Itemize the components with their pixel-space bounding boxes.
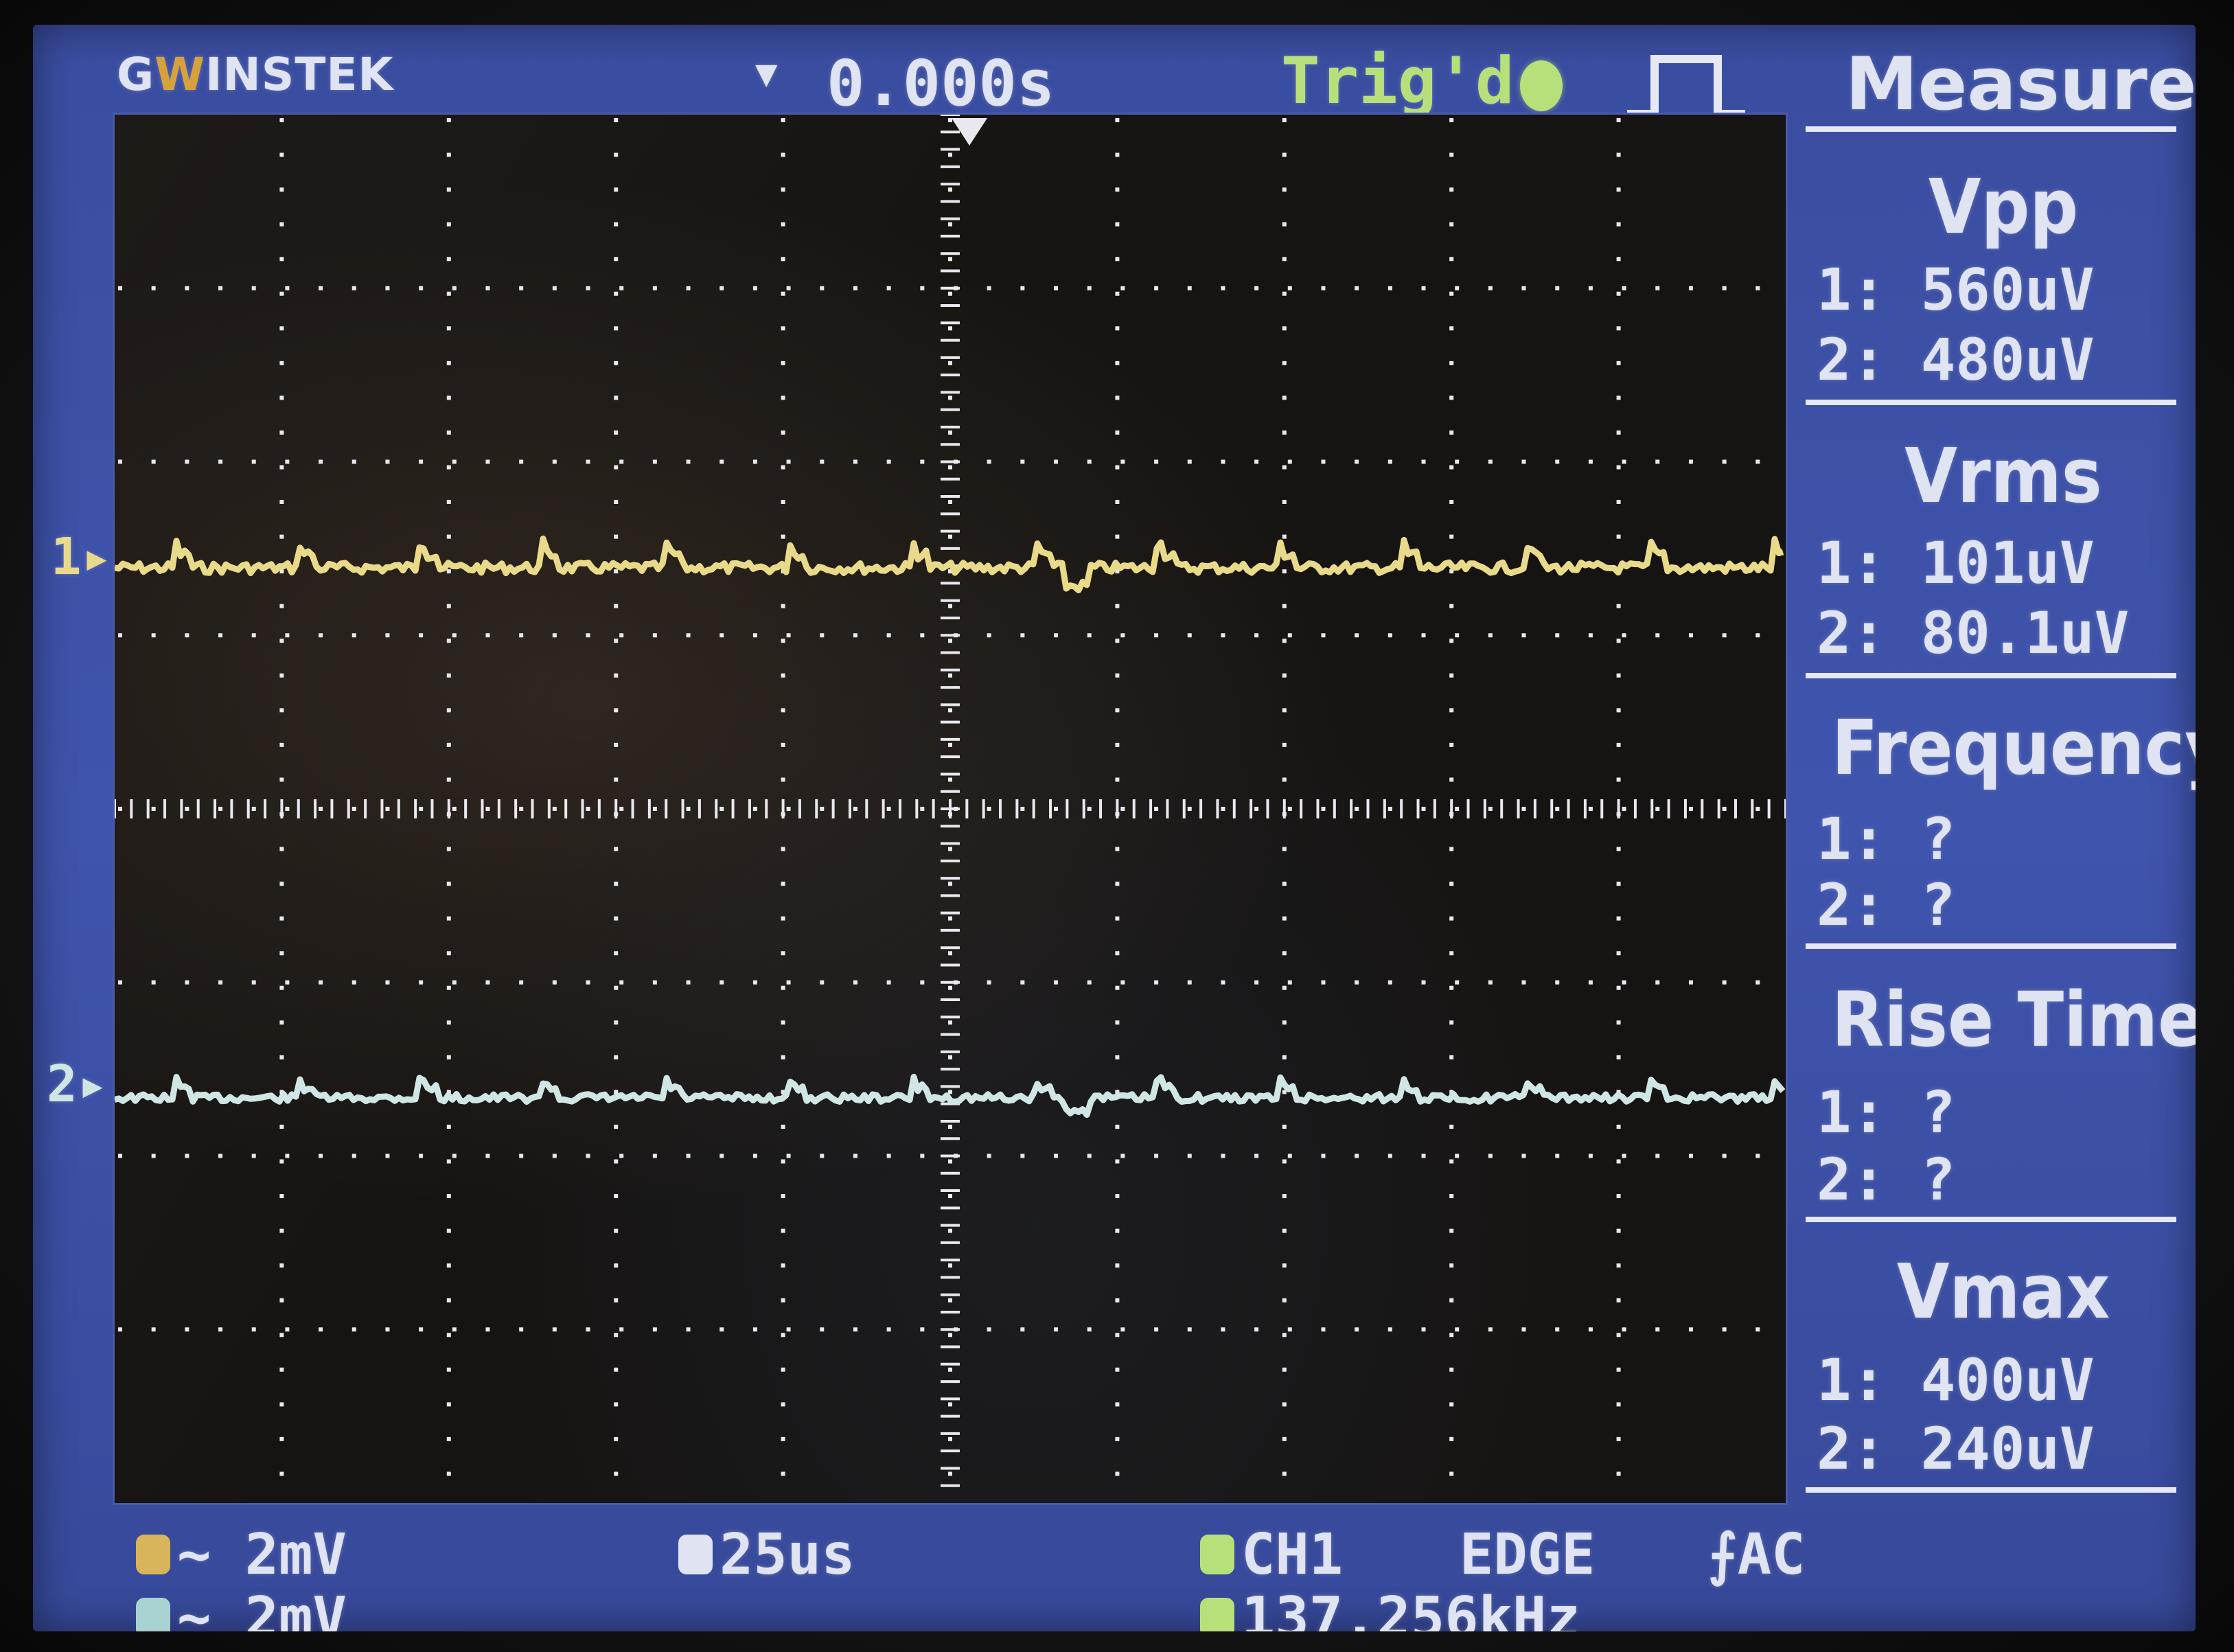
trigger-badge-icon: [1200, 1534, 1234, 1574]
timebase-value: 25us: [719, 1522, 855, 1587]
brand-letter-w: W: [154, 48, 205, 101]
channel-2-trace: [115, 1073, 1786, 1118]
brand-letter-g: G: [117, 48, 155, 101]
oscilloscope-screen: GWINSTEK ▼ 0.000s Trig'd 1▸ 2▸ Measure V…: [33, 25, 2196, 1631]
panel-divider: [1806, 400, 2176, 405]
channel-1-scale-value: ~ 2mV: [177, 1522, 347, 1587]
channel-1-badge-icon: [136, 1534, 170, 1574]
trigger-source-value: CH1: [1241, 1522, 1344, 1587]
trigger-coupling-value: AC: [1737, 1522, 1806, 1587]
channel-2-level-marker[interactable]: 2▸: [47, 1059, 108, 1110]
timebase-badge-icon: [678, 1534, 713, 1574]
measure-slot-ch1-value: 1: 560uV: [1817, 256, 2095, 323]
measure-slot-ch1-value: 1: 101uV: [1817, 529, 2095, 597]
channel-2-marker-label: 2: [47, 1055, 78, 1114]
channel-1-trace: [115, 536, 1784, 594]
panel-divider: [1806, 943, 2176, 949]
measure-slot-ch2-value: 2: 80.1uV: [1817, 599, 2130, 667]
measure-slot-title: Vrms: [1904, 432, 2102, 520]
measure-slot-ch1-value: 1: ?: [1817, 805, 1956, 873]
measure-slot-title: Vpp: [1928, 163, 2079, 251]
trigger-frequency: 137.256kHz: [1200, 1590, 1580, 1631]
horizontal-position-readout: 0.000s: [827, 47, 1055, 120]
panel-divider: [1806, 1487, 2176, 1493]
channel-1-scale[interactable]: ~ 2mV: [136, 1527, 347, 1583]
measure-slot-ch1-value: 1: 400uV: [1817, 1346, 2095, 1414]
measure-slot-ch2-value: 2: 480uV: [1817, 326, 2095, 393]
frequency-badge-icon: [1200, 1597, 1234, 1631]
channel-1-marker-label: 1: [51, 527, 82, 586]
trigger-status-icon: [1520, 60, 1563, 111]
trigger-type[interactable]: EDGE: [1460, 1527, 1595, 1583]
panel-divider: [1806, 673, 2176, 678]
measure-slot-ch1-value: 1: ?: [1817, 1079, 1956, 1146]
panel-divider: [1806, 126, 2176, 132]
timebase-readout[interactable]: 25us: [678, 1527, 855, 1583]
channel-2-scale[interactable]: ~ 2mV: [136, 1590, 347, 1631]
trigger-frequency-value: 137.256kHz: [1241, 1585, 1580, 1632]
panel-divider: [1806, 1217, 2176, 1222]
measure-slot-ch2-value: 2: ?: [1817, 871, 1956, 939]
channel-2-scale-value: ~ 2mV: [177, 1585, 347, 1632]
oscilloscope-bezel: GWINSTEK ▼ 0.000s Trig'd 1▸ 2▸ Measure V…: [0, 0, 2234, 1652]
measure-slot-title: Rise Time: [1832, 976, 2196, 1064]
trigger-position-marker[interactable]: [952, 118, 987, 146]
brand-name: INSTEK: [205, 48, 394, 101]
channel-1-level-marker[interactable]: 1▸: [51, 531, 112, 582]
channel-2-badge-icon: [136, 1597, 170, 1631]
measure-slot-ch2-value: 2: 240uV: [1817, 1415, 2095, 1482]
rising-edge-icon: ⨍: [1708, 1522, 1738, 1587]
measure-slot-ch2-value: 2: ?: [1817, 1146, 1956, 1213]
trigger-status: Trig'd: [1281, 44, 1515, 119]
measure-menu-title: Measure: [1845, 42, 2196, 126]
measure-slot-title: Frequency: [1832, 704, 2196, 792]
measure-slot-title: Vmax: [1896, 1248, 2110, 1335]
trigger-coupling[interactable]: ⨍AC: [1708, 1527, 1805, 1583]
pulse-icon: [1627, 55, 1745, 118]
brand-logo: GWINSTEK: [117, 52, 394, 97]
waveform-display[interactable]: [113, 113, 1788, 1505]
trigger-source[interactable]: CH1: [1200, 1527, 1343, 1583]
horizontal-position-icon: ▼: [755, 51, 778, 95]
trace-layer: [115, 536, 1786, 1118]
